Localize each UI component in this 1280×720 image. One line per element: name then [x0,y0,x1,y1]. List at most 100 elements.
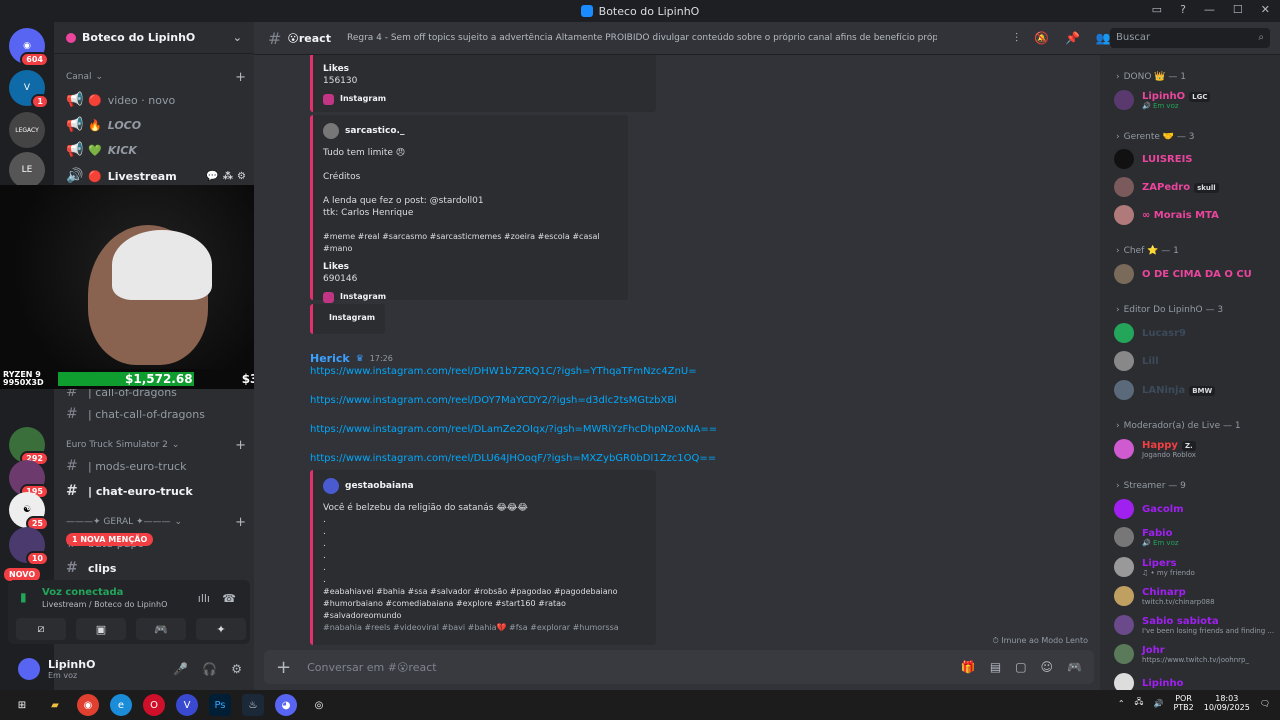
inbox-icon[interactable]: ▭ [1152,3,1162,16]
embed-author[interactable]: sarcastico._ [345,125,404,137]
voice-channel[interactable]: Livestream / Boteco do LipinhO [42,600,167,609]
member-item[interactable]: ∞ Morais MTA [1114,205,1276,225]
gif-icon[interactable]: ▤ [990,660,1001,674]
activity-button[interactable]: 🎮 [136,618,186,640]
member-item[interactable]: LANinja BMW [1114,380,1276,400]
pin-icon[interactable]: 📌 [1065,31,1080,46]
edge-icon[interactable]: e [110,694,132,716]
obs-icon[interactable]: ◎ [308,694,330,716]
channel-clips[interactable]: # clips [66,560,246,576]
message-link[interactable]: https://www.instagram.com/reel/DOY7MaYCD… [310,395,677,406]
category-canal[interactable]: Canal ⌄ + [66,70,246,85]
channel-livestream[interactable]: 🔊 🔴 Livestream 💬 ⁂ ⚙ [66,168,246,184]
channel-loco[interactable]: 📢 🔥 LOCO [66,117,246,133]
channel-chat-euro-truck[interactable]: # | chat-euro-truck [66,483,246,499]
channel-video[interactable]: 📢 🔴 video · novo [66,92,246,108]
category-geral[interactable]: ———✦ GERAL ✦——— ⌄ + [66,515,246,530]
member-item[interactable]: ZAPedro skull [1114,177,1276,197]
gear-icon[interactable]: ⚙ [237,171,246,182]
vpn-icon[interactable]: V [176,694,198,716]
invite-icon[interactable]: ⁂ [223,171,233,182]
message-link[interactable]: https://www.instagram.com/reel/DLamZe2OI… [310,424,717,435]
clock[interactable]: 18:03 10/09/2025 [1204,694,1250,712]
channel-kick[interactable]: 📢 💚 KICK [66,142,246,158]
composer-placeholder[interactable]: Conversar em #😮react [307,661,437,674]
windows-start-icon[interactable]: ⊞ [11,694,33,716]
member-item[interactable]: Lipinho [1114,673,1276,690]
gear-icon[interactable]: ⚙ [231,662,242,676]
notifications-icon[interactable]: 🗨 [1260,699,1270,708]
provider[interactable]: Instagram [340,291,386,303]
soundboard-icon[interactable]: ıllı [198,592,210,605]
mute-icon[interactable]: 🔕 [1034,31,1049,46]
embed-author[interactable]: gestaobaiana [345,480,414,492]
member-item[interactable]: Happy Z. Jogando Roblox [1114,439,1276,459]
chevron-up-icon[interactable]: ⌃ [1118,699,1125,708]
members-icon[interactable]: 👥 [1096,31,1111,46]
member-item[interactable]: Chinarp twitch.tv/chinarp088 [1114,586,1276,606]
server-icon-legacy[interactable]: LEGACY [9,112,45,148]
server-icon[interactable]: 195 [9,460,49,499]
volume-icon[interactable]: 🔊 [1153,699,1163,708]
add-channel-button[interactable]: + [235,515,246,530]
message-link[interactable]: https://www.instagram.com/reel/DLU64JHOo… [310,453,716,464]
emoji-icon[interactable]: ☺ [1041,660,1054,674]
file-explorer-icon[interactable]: ▰ [44,694,66,716]
provider[interactable]: Instagram [329,312,375,324]
server-header[interactable]: Boteco do LipinhO ⌄ [54,22,254,54]
category-euro-truck[interactable]: Euro Truck Simulator 2 ⌄ + [66,438,246,453]
steam-icon[interactable]: ♨ [242,694,264,716]
voice-status[interactable]: Voz conectada [42,587,123,598]
new-mention-pill[interactable]: 1 NOVA MENÇÃO [66,533,154,546]
close-button[interactable]: ✕ [1261,3,1270,16]
server-icon[interactable]: LE [9,152,45,188]
member-item[interactable]: Lucasr9 [1114,323,1276,343]
minimize-button[interactable]: — [1204,3,1215,16]
apps-icon[interactable]: 🎮 [1067,660,1082,674]
channel-mods-euro-truck[interactable]: # | mods-euro-truck [66,458,246,474]
channel-topic[interactable]: Regra 4 - Sem off topics sujeito a adver… [347,33,937,43]
help-icon[interactable]: ? [1180,3,1186,16]
server-icon[interactable]: 292 [9,427,49,466]
member-item[interactable]: Johr https://www.twitch.tv/joohnrp_ [1114,644,1276,664]
headphones-icon[interactable]: 🎧 [202,662,217,676]
member-item[interactable]: Sabio sabiota I've been losing friends an… [1114,615,1276,635]
server-icon-v[interactable]: V1 [9,70,49,109]
camera-button[interactable]: ⧄ [16,618,66,640]
username[interactable]: LipinhO [48,658,95,671]
gift-icon[interactable]: 🎁 [961,660,976,674]
message-link[interactable]: https://www.instagram.com/reel/DHW1b7ZRQ… [310,366,697,377]
language-indicator[interactable]: POR PTB2 [1173,694,1193,712]
member-item[interactable]: Fabio 🔊 Em voz [1114,527,1276,547]
add-channel-button[interactable]: + [235,438,246,453]
chrome-icon[interactable]: ◉ [77,694,99,716]
member-item[interactable]: Gacolm [1114,499,1276,519]
member-item[interactable]: LipinhO LGC 🔊 Em voz [1114,90,1276,110]
threads-icon[interactable]: ⫶ [1015,31,1018,46]
home-button[interactable]: ◉ 604 [9,28,49,67]
message-author[interactable]: Herick [310,352,350,365]
server-icon[interactable]: 10 [9,527,49,566]
attach-button[interactable]: + [276,657,291,678]
disconnect-icon[interactable]: ☎ [222,592,236,605]
provider[interactable]: Instagram [340,93,386,105]
screenshare-button[interactable]: ▣ [76,618,126,640]
discord-icon[interactable]: ◕ [275,694,297,716]
chat-icon[interactable]: 💬 [206,171,218,182]
maximize-button[interactable]: ☐ [1233,3,1243,16]
member-item[interactable]: O DE CIMA DA O CU [1114,264,1276,284]
opera-icon[interactable]: O [143,694,165,716]
channel-chat-call-of-dragons[interactable]: # | chat-call-of-dragons [66,406,246,422]
sticker-icon[interactable]: ▢ [1015,660,1026,674]
member-item[interactable]: Lipers ♫ • my friendo [1114,557,1276,577]
add-channel-button[interactable]: + [235,70,246,85]
avatar[interactable] [18,658,40,680]
member-item[interactable]: LUISREIS [1114,149,1276,169]
message-composer[interactable]: + Conversar em #😮react 🎁 ▤ ▢ ☺ 🎮 [264,650,1094,684]
photoshop-icon[interactable]: Ps [209,694,231,716]
effects-button[interactable]: ✦ [196,618,246,640]
mic-icon[interactable]: 🎤 [173,662,188,676]
search-input[interactable]: Buscar ⌕ [1110,28,1270,48]
network-icon[interactable]: 🖧 [1135,696,1144,710]
member-item[interactable]: Lill [1114,351,1276,371]
